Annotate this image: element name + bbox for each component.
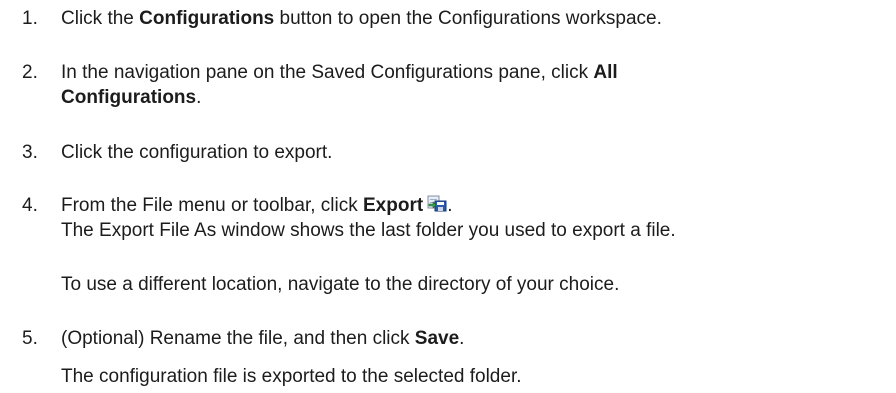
- export-label: Export: [363, 195, 424, 216]
- step-number: 1.: [22, 8, 38, 29]
- step-number: 2.: [22, 62, 38, 83]
- step-text: Click the Configurations button to open …: [61, 8, 662, 29]
- step-number: 3.: [22, 142, 38, 163]
- export-file-icon: [427, 195, 447, 212]
- all-configurations-label: All: [593, 62, 618, 83]
- step-text: (Optional) Rename the file, and then cli…: [61, 328, 465, 349]
- step-number: 4.: [22, 195, 38, 216]
- step-text: From the File menu or toolbar, click Exp…: [61, 195, 676, 241]
- step-4-note: To use a different location, navigate to…: [61, 274, 620, 295]
- save-label: Save: [414, 328, 460, 349]
- step-text: Click the configuration to export.: [61, 142, 333, 163]
- step-5-note: The configuration file is exported to th…: [61, 366, 522, 387]
- configurations-button-label: Configurations: [139, 8, 275, 29]
- step-number: 5.: [22, 328, 38, 349]
- step-text: In the navigation pane on the Saved Conf…: [61, 62, 618, 108]
